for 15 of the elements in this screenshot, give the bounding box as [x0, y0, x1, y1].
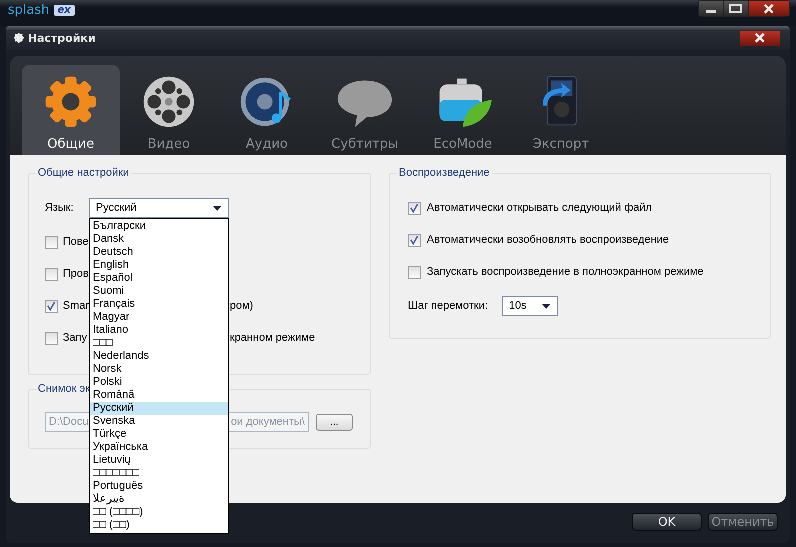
- app-logo: splash ex: [0, 0, 83, 21]
- language-label: Язык:: [45, 202, 75, 214]
- seek-step-label: Шаг перемотки:: [408, 300, 488, 312]
- checkbox-label: Пров: [63, 268, 89, 280]
- checkbox-label: Запу: [63, 332, 88, 344]
- group-title: Общие настройки: [36, 167, 132, 179]
- checkbox-label: ром): [230, 300, 254, 312]
- checkbox-label: Автоматически открывать следующий файл: [427, 202, 652, 214]
- checkbox-label: Запускать воспроизведение в полноэкранном режиме: [427, 266, 704, 278]
- group-title: Воспроизведение: [397, 167, 492, 179]
- checkbox-label: кранном режиме: [230, 332, 316, 344]
- checkbox-label: Автоматически возобновлять воспроизведение: [427, 234, 670, 246]
- checkbox-label: Пове: [63, 236, 89, 248]
- checkbox-label: Smar: [63, 300, 89, 312]
- dialog-title: Настройки: [28, 32, 96, 44]
